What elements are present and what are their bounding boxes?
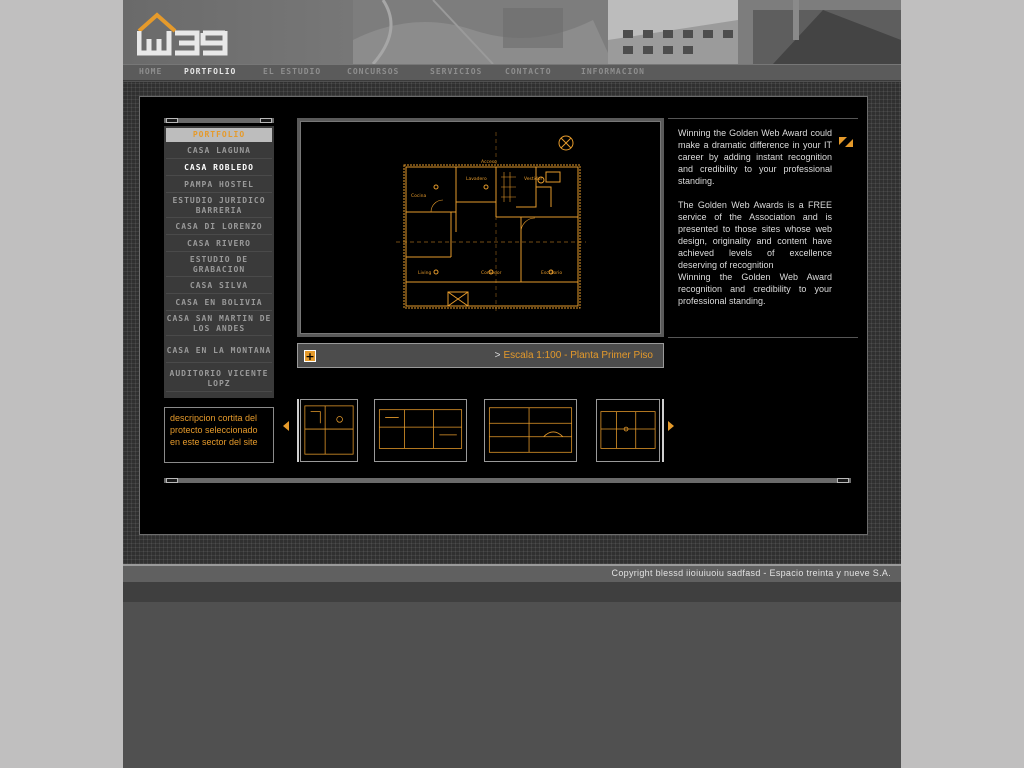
content-panel: Portfolio Casa Laguna Casa Robledo Pampa… [139, 96, 868, 535]
nav-contacto[interactable]: Contacto [505, 67, 552, 76]
thumb-strip-edge-left [297, 399, 299, 462]
svg-text:Living: Living [418, 270, 432, 276]
menu-item-casa-en-la-montana[interactable]: Casa en la Montana [166, 339, 272, 363]
menu-item-casa-en-bolivia[interactable]: Casa en Bolivia [166, 295, 272, 311]
nav-el-estudio[interactable]: El Estudio [263, 67, 321, 76]
menu-item-pampa-hostel[interactable]: Pampa Hostel [166, 177, 272, 193]
image-caption: > Escala 1:100 - Planta Primer Piso [495, 350, 653, 361]
page: Home Portfolio El Estudio Concursos Serv… [123, 0, 901, 768]
thumbnail-1[interactable] [300, 399, 358, 462]
thumbnail-4[interactable] [596, 399, 660, 462]
thumb-strip-edge-right [662, 399, 664, 462]
footer-band [123, 582, 901, 602]
menu-heading[interactable]: Portfolio [166, 128, 272, 142]
nav-concursos[interactable]: Concursos [347, 67, 399, 76]
menu-item-casa-di-lorenzo[interactable]: Casa Di Lorenzo [166, 219, 272, 235]
nav-portfolio[interactable]: Portfolio [184, 67, 236, 76]
svg-text:Comedor: Comedor [481, 270, 502, 276]
menu-item-casa-san-martin[interactable]: Casa San Martin de los Andes [166, 312, 272, 336]
info-top-divider [668, 118, 858, 119]
viewer-frame: Acceso Cocina Lavadero Vestidor Living C… [300, 121, 661, 334]
nav-home[interactable]: Home [139, 67, 162, 76]
image-viewer: Acceso Cocina Lavadero Vestidor Living C… [297, 118, 664, 337]
info-paragraph: The Golden Web Awards is a FREE service … [678, 200, 832, 270]
floor-plan-image[interactable]: Acceso Cocina Lavadero Vestidor Living C… [396, 132, 586, 312]
thumbs-next-arrow-icon[interactable] [668, 421, 674, 431]
w39-logo[interactable] [137, 9, 243, 57]
menu-item-auditorio-vicente-lopz[interactable]: Auditorio Vicente Lopz [166, 366, 272, 392]
header-banner [123, 0, 901, 64]
svg-text:Cocina: Cocina [411, 193, 426, 199]
nav-servicios[interactable]: Servicios [430, 67, 482, 76]
thumbnail-2[interactable] [374, 399, 467, 462]
svg-text:Lavadero: Lavadero [466, 176, 487, 182]
bar-cap-left [166, 478, 178, 483]
info-bottom-divider [668, 337, 858, 338]
bar-cap-left [166, 118, 178, 123]
footer: Copyright blessd iioiuiuoiu sadfasd - Es… [123, 566, 901, 582]
project-description: descripcion cortita del protecto selecci… [164, 407, 274, 463]
portfolio-menu: Portfolio Casa Laguna Casa Robledo Pampa… [164, 126, 274, 398]
info-paragraph: Winning the Golden Web Award could make … [678, 128, 832, 186]
page-bottom-fill [123, 602, 901, 768]
menu-item-estudio-de-grabacion[interactable]: Estudio de Grabacion [166, 253, 272, 277]
image-caption-bar: + > Escala 1:100 - Planta Primer Piso [297, 343, 664, 368]
main-nav: Home Portfolio El Estudio Concursos Serv… [123, 64, 901, 81]
zoom-plus-icon[interactable]: + [304, 350, 316, 363]
svg-text:Acceso: Acceso [481, 159, 497, 165]
content-bottom-bar [164, 478, 851, 483]
bar-cap-right [260, 118, 272, 123]
menu-item-casa-silva[interactable]: Casa Silva [166, 278, 272, 294]
content-grid-background: Portfolio Casa Laguna Casa Robledo Pampa… [123, 82, 901, 564]
expand-corner-icon[interactable] [838, 136, 854, 148]
copyright-text: Copyright blessd iioiuiuoiu sadfasd - Es… [611, 568, 891, 578]
menu-item-casa-rivero[interactable]: Casa Rivero [166, 236, 272, 252]
menu-top-bar [164, 118, 274, 123]
menu-item-casa-laguna[interactable]: Casa Laguna [166, 143, 272, 159]
info-text: Winning the Golden Web Award could make … [678, 127, 832, 307]
thumbnail-3[interactable] [484, 399, 577, 462]
bar-cap-right [837, 478, 849, 483]
thumbs-prev-arrow-icon[interactable] [283, 421, 289, 431]
menu-item-casa-robledo[interactable]: Casa Robledo [166, 160, 272, 176]
caption-arrow-icon: > [494, 350, 501, 361]
svg-text:Escritorio: Escritorio [541, 270, 562, 276]
svg-text:Vestidor: Vestidor [524, 176, 542, 182]
nav-informacion[interactable]: Informacion [581, 67, 645, 76]
caption-text: Escala 1:100 - Planta Primer Piso [503, 350, 653, 361]
info-paragraph: Winning the Golden Web Award recognition… [678, 272, 832, 306]
menu-item-estudio-juridico-barreria[interactable]: Estudio Juridico Barreria [166, 194, 272, 218]
city-photo-banner [353, 0, 901, 64]
